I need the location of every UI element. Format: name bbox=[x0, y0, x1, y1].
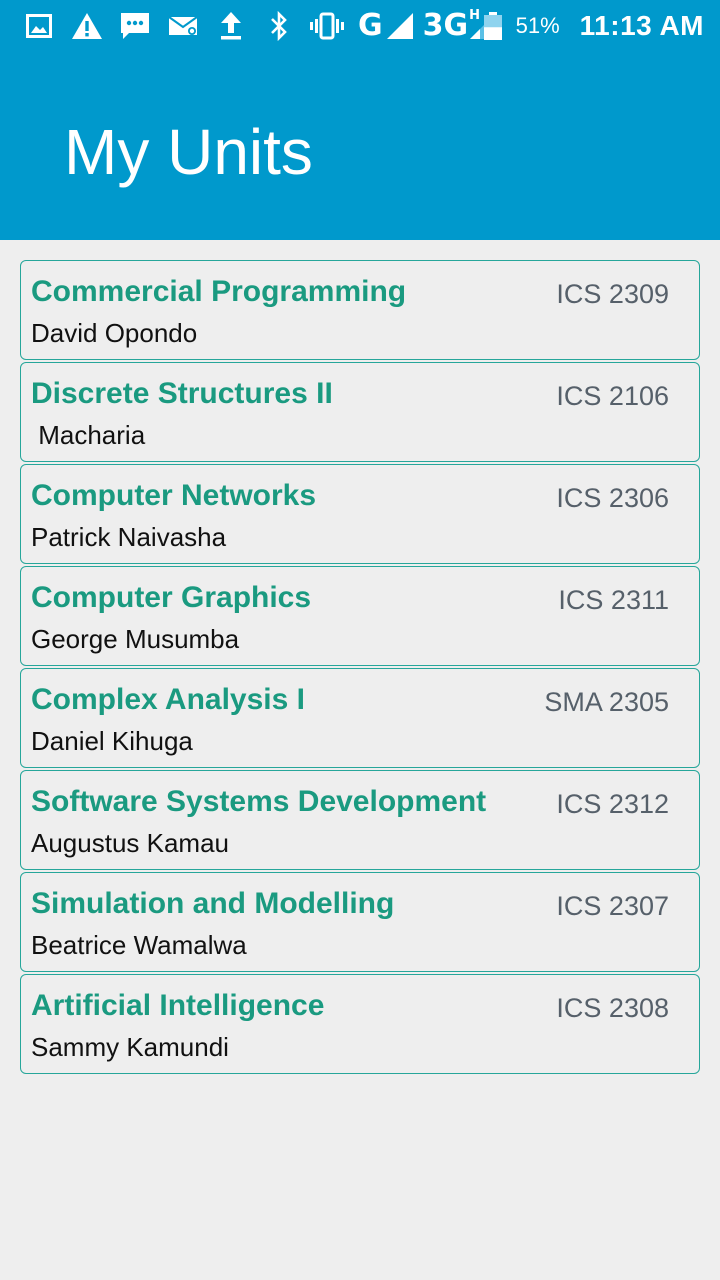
mail-icon bbox=[166, 9, 200, 43]
unit-lecturer: George Musumba bbox=[31, 624, 240, 654]
battery-icon bbox=[483, 12, 502, 40]
unit-code: SMA 2305 bbox=[544, 687, 669, 717]
unit-code: ICS 2311 bbox=[558, 585, 669, 615]
unit-lecturer: Daniel Kihuga bbox=[31, 726, 193, 756]
warning-icon bbox=[70, 9, 104, 43]
unit-name: Simulation and Modelling bbox=[31, 887, 395, 920]
image-icon bbox=[22, 9, 56, 43]
upload-icon bbox=[214, 9, 248, 43]
unit-name: Artificial Intelligence bbox=[31, 989, 325, 1022]
unit-card[interactable]: Simulation and Modelling ICS 2307 Beatri… bbox=[20, 872, 700, 972]
unit-card[interactable]: Artificial Intelligence ICS 2308 Sammy K… bbox=[20, 974, 700, 1074]
unit-card[interactable]: Commercial Programming ICS 2309 David Op… bbox=[20, 260, 700, 360]
unit-name: Discrete Structures II bbox=[31, 377, 333, 410]
notification-icons: G 3G H bbox=[22, 9, 514, 43]
unit-code: ICS 2306 bbox=[556, 483, 669, 513]
clock: 11:13 AM bbox=[579, 10, 704, 41]
unit-code: ICS 2308 bbox=[556, 993, 669, 1023]
unit-card[interactable]: Discrete Structures II ICS 2106 Macharia bbox=[20, 362, 700, 462]
status-right: 51% 11:13 AM bbox=[483, 9, 704, 43]
unit-card[interactable]: Computer Graphics ICS 2311 George Musumb… bbox=[20, 566, 700, 666]
bluetooth-icon bbox=[262, 9, 296, 43]
unit-name: Computer Networks bbox=[31, 479, 317, 512]
unit-lecturer: Patrick Naivasha bbox=[31, 522, 227, 552]
app-bar: My Units bbox=[0, 52, 720, 240]
unit-card[interactable]: Software Systems Development ICS 2312 Au… bbox=[20, 770, 700, 870]
unit-card[interactable]: Complex Analysis I SMA 2305 Daniel Kihug… bbox=[20, 668, 700, 768]
unit-name: Software Systems Development bbox=[31, 785, 487, 818]
page-title: My Units bbox=[64, 116, 313, 188]
unit-lecturer: Augustus Kamau bbox=[31, 828, 230, 858]
unit-code: ICS 2312 bbox=[556, 789, 669, 819]
unit-lecturer: Sammy Kamundi bbox=[31, 1032, 229, 1062]
unit-list: Commercial Programming ICS 2309 David Op… bbox=[20, 260, 700, 1076]
unit-code: ICS 2106 bbox=[556, 381, 669, 411]
message-icon bbox=[118, 9, 152, 43]
unit-code: ICS 2309 bbox=[556, 279, 669, 309]
battery-percent: 51% bbox=[515, 13, 560, 38]
unit-card[interactable]: Computer Networks ICS 2306 Patrick Naiva… bbox=[20, 464, 700, 564]
unit-lecturer: Macharia bbox=[31, 420, 146, 450]
unit-code: ICS 2307 bbox=[556, 891, 669, 921]
unit-lecturer: Beatrice Wamalwa bbox=[31, 930, 247, 960]
vibrate-icon bbox=[310, 9, 344, 43]
unit-name: Computer Graphics bbox=[31, 581, 312, 614]
status-bar: G 3G H 51% 11:13 AM bbox=[0, 0, 720, 52]
signal-strength-icon bbox=[383, 9, 417, 43]
unit-name: Complex Analysis I bbox=[31, 683, 305, 716]
unit-lecturer: David Opondo bbox=[31, 318, 198, 348]
network-g-label: G bbox=[358, 8, 383, 43]
unit-name: Commercial Programming bbox=[31, 275, 407, 308]
